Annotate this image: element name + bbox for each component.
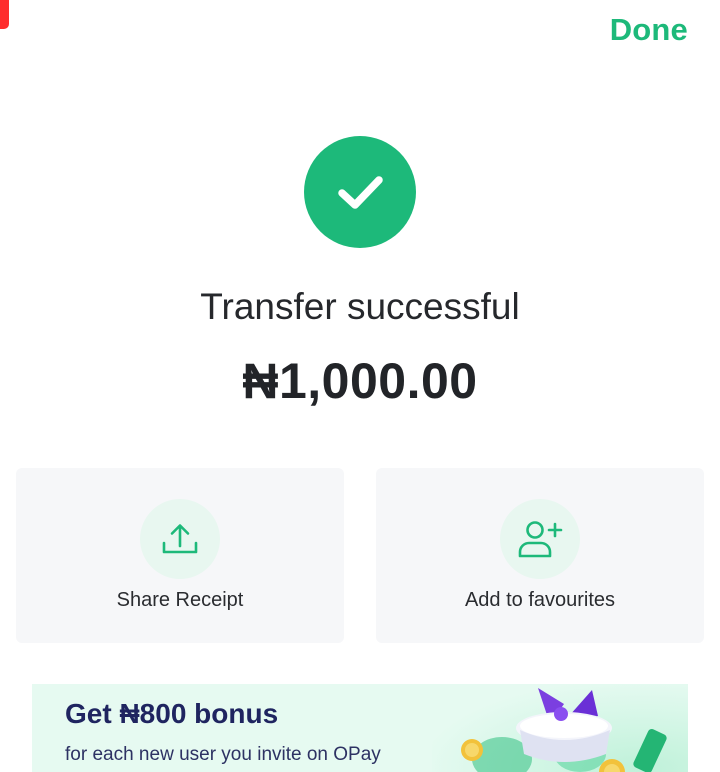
promo-title: Get ₦800 bonus [65,698,279,729]
share-receipt-label: Share Receipt [116,589,244,611]
transfer-result-screen: Done Transfer successful ₦1,000.00 Share… [0,0,720,772]
red-status-marker [0,0,9,29]
share-icon-circle [140,499,220,579]
transfer-amount: ₦1,000.00 [242,353,478,409]
share-receipt-button[interactable]: Share Receipt [16,468,344,643]
checkmark-icon [338,176,383,209]
gift-coins-illustration [461,688,667,772]
add-to-favourites-label: Add to favourites [464,589,616,611]
invite-bonus-banner[interactable]: Get ₦800 bonus for each new user you inv… [32,684,688,772]
done-button[interactable]: Done [610,12,688,48]
share-upload-icon [162,524,198,554]
add-user-icon-circle [500,499,580,579]
promo-subtitle: for each new user you invite on OPay [65,744,381,765]
check-circle-icon [304,136,416,248]
add-user-icon [518,521,563,558]
add-to-favourites-button[interactable]: Add to favourites [376,468,704,643]
status-title: Transfer successful [200,286,520,327]
